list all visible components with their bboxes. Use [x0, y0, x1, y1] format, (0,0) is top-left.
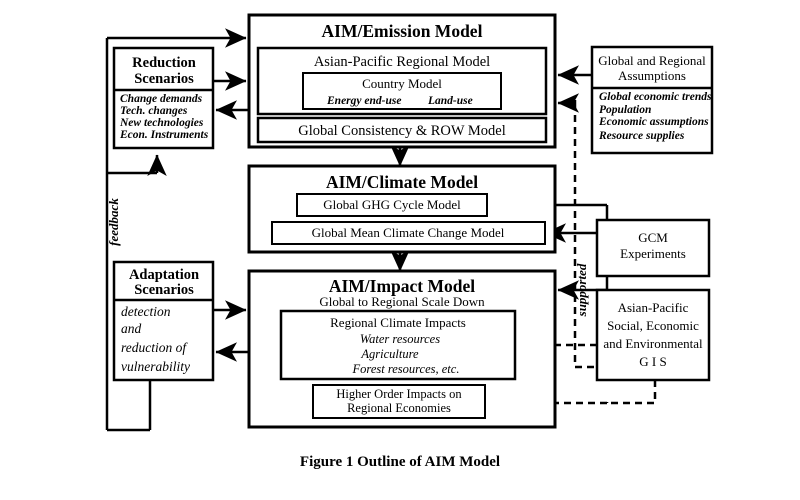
gis-box: Asian-Pacific Social, Economic and Envir…	[595, 288, 711, 382]
ghg-cycle-model-label: Global GHG Cycle Model	[323, 197, 461, 212]
reduction-item-0: Change demands	[120, 93, 203, 105]
mean-climate-model-label: Global Mean Climate Change Model	[312, 225, 505, 240]
assumptions-item-1: Population	[599, 104, 651, 116]
impact-model-title: AIM/Impact Model	[329, 276, 475, 296]
adaptation-scenarios-box: Adaptation Scenarios detection and reduc…	[112, 260, 215, 382]
assumptions-title-line1: Global and Regional	[598, 53, 706, 68]
adaptation-title-line1: Adaptation	[129, 267, 199, 283]
consistency-model-label: Global Consistency & ROW Model	[298, 123, 506, 139]
regional-climate-impacts-title: Regional Climate Impacts	[330, 315, 466, 330]
supported-label: supported	[574, 263, 589, 317]
emission-model-box: AIM/Emission Model Asian-Pacific Regiona…	[247, 13, 557, 149]
assumptions-item-3: Resource supplies	[598, 130, 685, 142]
gis-line4: G I S	[639, 354, 666, 369]
assumptions-title-line2: Assumptions	[618, 68, 686, 83]
country-model-label: Country Model	[362, 76, 442, 91]
regional-impact-item-1: Agriculture	[360, 347, 419, 361]
assumptions-box: Global and Regional Assumptions Global e…	[590, 45, 714, 155]
gis-line3: and Environmental	[603, 336, 703, 351]
adaptation-item-0: detection	[121, 304, 171, 319]
adaptation-title-line2: Scenarios	[134, 282, 194, 298]
climate-model-title: AIM/Climate Model	[326, 172, 478, 192]
gis-line2: Social, Economic	[607, 318, 699, 333]
gcm-line2: Experiments	[620, 246, 686, 261]
reduction-item-2: New technologies	[119, 117, 204, 129]
gcm-line1: GCM	[638, 230, 668, 245]
impact-model-box: AIM/Impact Model Global to Regional Scal…	[247, 269, 557, 429]
higher-order-impacts-line1: Higher Order Impacts on	[336, 387, 462, 401]
assumptions-item-2: Economic assumptions	[598, 116, 709, 128]
figure-caption: Figure 1 Outline of AIM Model	[300, 454, 500, 470]
gcm-experiments-box: GCM Experiments	[595, 218, 711, 278]
reduction-scenarios-box: Reduction Scenarios Change demands Tech.…	[112, 46, 215, 150]
regional-impact-item-2: Forest resources, etc.	[352, 362, 460, 376]
country-model-landuse-label: Land-use	[427, 95, 473, 107]
gis-line1: Asian-Pacific	[618, 300, 689, 315]
climate-model-box: AIM/Climate Model Global GHG Cycle Model…	[247, 164, 557, 254]
country-model-energy-label: Energy end-use	[326, 95, 401, 107]
connector-gis-bottom-rail	[607, 380, 657, 405]
higher-order-impacts-line2: Regional Economies	[347, 401, 451, 415]
impact-model-subtitle: Global to Regional Scale Down	[319, 294, 485, 309]
adaptation-item-1: and	[121, 321, 142, 336]
adaptation-item-3: vulnerability	[121, 359, 190, 374]
adaptation-item-2: reduction of	[121, 340, 188, 355]
reduction-title-line1: Reduction	[132, 55, 196, 71]
reduction-item-1: Tech. changes	[120, 105, 188, 117]
reduction-item-3: Econ. Instruments	[119, 129, 209, 141]
feedback-label: feedback	[106, 198, 121, 246]
assumptions-item-0: Global economic trends	[599, 91, 712, 103]
regional-impact-item-0: Water resources	[360, 332, 440, 346]
aim-model-diagram: AIM/Emission Model Asian-Pacific Regiona…	[105, 13, 714, 470]
emission-model-title: AIM/Emission Model	[322, 21, 483, 41]
regional-model-label: Asian-Pacific Regional Model	[314, 54, 490, 70]
reduction-title-line2: Scenarios	[134, 71, 194, 87]
